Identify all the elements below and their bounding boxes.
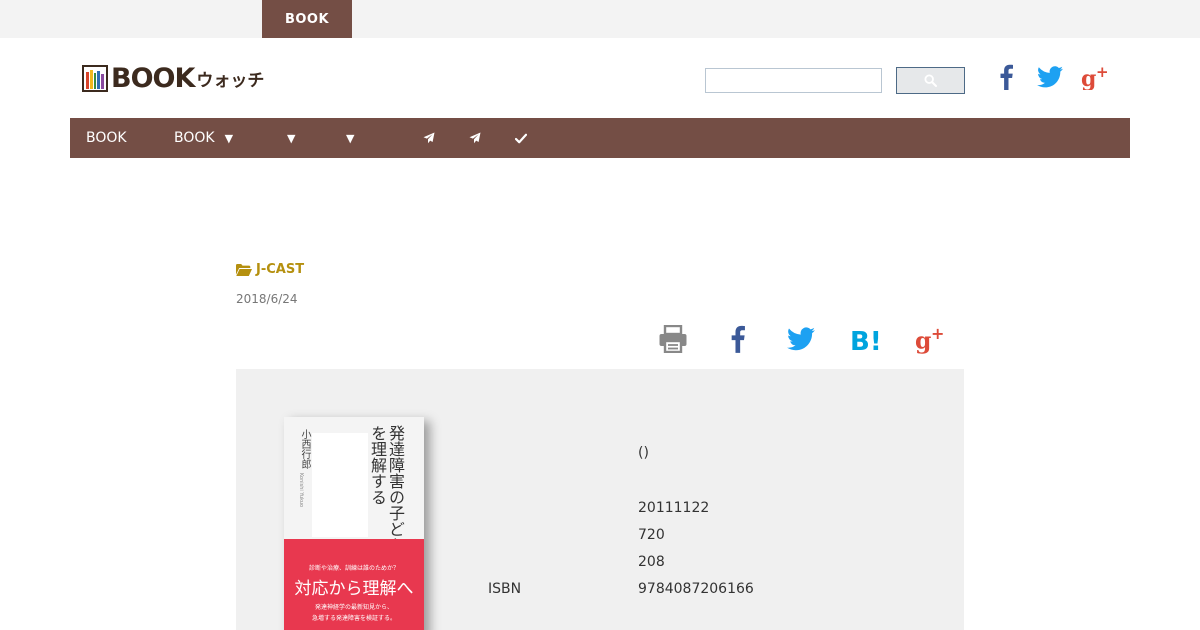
search-icon (924, 74, 937, 87)
cover-panel (312, 433, 368, 537)
cover-author-roman: Konishi Yukuo (298, 473, 304, 508)
header-facebook-button[interactable] (991, 62, 1021, 92)
isbn-label: ISBN (488, 581, 522, 597)
hatena-bookmark-icon: B! (850, 327, 882, 353)
search-button[interactable] (896, 67, 965, 94)
top-bar: BOOK (0, 0, 1200, 38)
search-input[interactable] (705, 68, 882, 93)
nav-item-dropdown-2[interactable]: ▼ (277, 118, 295, 158)
svg-text:+: + (1096, 64, 1109, 81)
paper-plane-icon (469, 132, 481, 144)
folder-open-icon (236, 263, 252, 276)
main-nav: BOOK BOOK ▼ ▼ ▼ (70, 118, 1130, 158)
article-category[interactable]: J-CAST (236, 262, 304, 277)
nav-item-book[interactable]: BOOK (86, 118, 127, 158)
share-hatena-button[interactable]: B! (849, 322, 883, 356)
post-date: 2018/6/24 (236, 292, 298, 306)
checkmark-icon (515, 133, 527, 143)
facebook-icon (731, 325, 745, 353)
price-value: 720 (638, 527, 665, 543)
share-googleplus-button[interactable]: g + (914, 322, 948, 356)
dropdown-arrow-icon: ▼ (346, 131, 355, 145)
book-info-box: 発達障害の子どもを理解する 小西行郎 Konishi Yukuo 診断や治療、訓… (236, 369, 964, 630)
header-twitter-button[interactable] (1035, 62, 1065, 92)
svg-text:+: + (931, 324, 944, 343)
cover-headline: 対応から理解へ (294, 579, 414, 599)
facebook-icon (1000, 64, 1013, 90)
logo-text: BOOK (111, 62, 195, 94)
svg-text:g: g (1081, 66, 1096, 90)
cover-question: 診断や治療、訓練は誰のためか？ (308, 565, 399, 572)
site-logo[interactable]: BOOK ウォッチ (82, 63, 264, 93)
nav-item-label: BOOK (174, 130, 215, 146)
cover-subtext-line: 発達神経学の最新知見から、 (314, 604, 393, 611)
top-tab-book[interactable]: BOOK (262, 0, 352, 38)
bookshelf-icon (82, 64, 108, 92)
paper-plane-icon (423, 132, 435, 144)
google-plus-icon: g + (915, 324, 944, 354)
cover-author: 小西行郎 (299, 429, 310, 469)
svg-text:B!: B! (850, 327, 882, 353)
publisher-value: () (638, 445, 649, 461)
nav-item-label: BOOK (86, 130, 127, 146)
share-twitter-button[interactable] (784, 322, 818, 356)
book-cover-image[interactable]: 発達障害の子どもを理解する 小西行郎 Konishi Yukuo 診断や治療、訓… (284, 417, 424, 630)
category-label: J-CAST (256, 262, 305, 277)
nav-item-send-2[interactable] (469, 118, 481, 158)
dropdown-arrow-icon: ▼ (287, 131, 296, 145)
nav-item-dropdown-3[interactable]: ▼ (336, 118, 354, 158)
nav-item-send-1[interactable] (423, 118, 435, 158)
twitter-icon (787, 327, 815, 351)
dropdown-arrow-icon: ▼ (224, 131, 234, 145)
isbn-value: 9784087206166 (638, 581, 754, 597)
share-facebook-button[interactable] (720, 322, 754, 356)
printer-icon (659, 325, 687, 353)
pages-value: 208 (638, 554, 665, 570)
nav-item-book-dropdown[interactable]: BOOK ▼ (174, 118, 233, 158)
cover-subtext: 発達神経学の最新知見から、 急増する発達障害を検証する。 (284, 602, 424, 624)
cover-subtext-line: 急増する発達障害を検証する。 (311, 615, 396, 622)
print-button[interactable] (656, 322, 690, 356)
header-googleplus-button[interactable]: g + (1081, 62, 1111, 92)
google-plus-icon: g + (1081, 64, 1109, 90)
nav-item-check[interactable] (515, 118, 527, 158)
logo-subtext: ウォッチ (196, 70, 265, 91)
twitter-icon (1037, 66, 1063, 88)
release-date-value: 20111122 (638, 500, 710, 516)
svg-text:g: g (915, 327, 931, 354)
